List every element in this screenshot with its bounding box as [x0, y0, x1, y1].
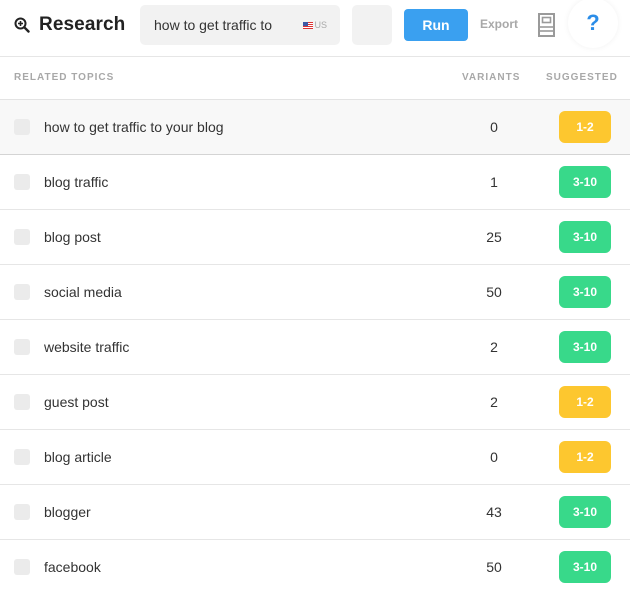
locale-selector[interactable]: US: [303, 20, 327, 30]
question-mark-icon: ?: [586, 10, 600, 35]
row-checkbox[interactable]: [14, 119, 30, 135]
row-checkbox[interactable]: [14, 174, 30, 190]
variants-count: 0: [490, 119, 498, 135]
topic-label: blogger: [44, 504, 91, 520]
suggested-badge: 1-2: [559, 386, 611, 418]
topic-label: blog traffic: [44, 174, 109, 190]
suggested-badge: 1-2: [559, 111, 611, 143]
variants-count: 1: [490, 174, 498, 190]
table-row[interactable]: facebook 50 3-10: [0, 540, 630, 589]
table-header: RELATED TOPICS VARIANTS SUGGESTED: [0, 57, 630, 100]
table-row[interactable]: blog post 25 3-10: [0, 210, 630, 265]
brand: Research: [14, 13, 125, 37]
row-checkbox[interactable]: [14, 339, 30, 355]
suggested-badge: 3-10: [559, 496, 611, 528]
column-header-variants: VARIANTS: [462, 72, 521, 83]
row-checkbox[interactable]: [14, 394, 30, 410]
topic-label: how to get traffic to your blog: [44, 119, 224, 135]
us-flag-icon: [303, 21, 314, 29]
top-bar: Research how to get traffic to US Run Ex…: [0, 0, 630, 57]
table-row[interactable]: blogger 43 3-10: [0, 485, 630, 540]
topics-table-body: how to get traffic to your blog 0 1-2 blog …: [0, 100, 630, 589]
search-input[interactable]: how to get traffic to US: [140, 5, 340, 45]
suggested-badge: 3-10: [559, 276, 611, 308]
variants-count: 0: [490, 449, 498, 465]
table-row[interactable]: how to get traffic to your blog 0 1-2: [0, 100, 630, 155]
locale-label: US: [314, 20, 327, 30]
column-header-suggested: SUGGESTED: [546, 72, 618, 83]
suggested-badge: 3-10: [559, 331, 611, 363]
topic-label: website traffic: [44, 339, 130, 355]
table-row[interactable]: guest post 2 1-2: [0, 375, 630, 430]
table-row[interactable]: blog article 0 1-2: [0, 430, 630, 485]
zoom-in-magnifier-icon: [14, 17, 30, 33]
variants-count: 25: [486, 229, 502, 245]
row-checkbox[interactable]: [14, 559, 30, 575]
row-checkbox[interactable]: [14, 284, 30, 300]
variants-count: 2: [490, 394, 498, 410]
table-row[interactable]: social media 50 3-10: [0, 265, 630, 320]
suggested-badge: 1-2: [559, 441, 611, 473]
topic-label: guest post: [44, 394, 109, 410]
row-checkbox[interactable]: [14, 229, 30, 245]
variants-count: 50: [486, 559, 502, 575]
topic-label: social media: [44, 284, 122, 300]
document-icon[interactable]: [538, 13, 555, 42]
help-button[interactable]: ?: [568, 0, 618, 48]
row-checkbox[interactable]: [14, 504, 30, 520]
export-button[interactable]: Export: [480, 17, 518, 31]
column-header-related-topics: RELATED TOPICS: [14, 72, 115, 83]
row-checkbox[interactable]: [14, 449, 30, 465]
suggested-badge: 3-10: [559, 221, 611, 253]
variants-count: 50: [486, 284, 502, 300]
table-row[interactable]: website traffic 2 3-10: [0, 320, 630, 375]
variants-count: 2: [490, 339, 498, 355]
search-query-text[interactable]: how to get traffic to: [154, 17, 303, 33]
run-button[interactable]: Run: [404, 9, 468, 41]
page-title: Research: [39, 14, 126, 35]
topic-label: facebook: [44, 559, 101, 575]
topic-label: blog article: [44, 449, 112, 465]
variants-count: 43: [486, 504, 502, 520]
suggested-badge: 3-10: [559, 551, 611, 583]
topic-label: blog post: [44, 229, 101, 245]
table-row[interactable]: blog traffic 1 3-10: [0, 155, 630, 210]
suggested-badge: 3-10: [559, 166, 611, 198]
options-box[interactable]: [352, 5, 392, 45]
